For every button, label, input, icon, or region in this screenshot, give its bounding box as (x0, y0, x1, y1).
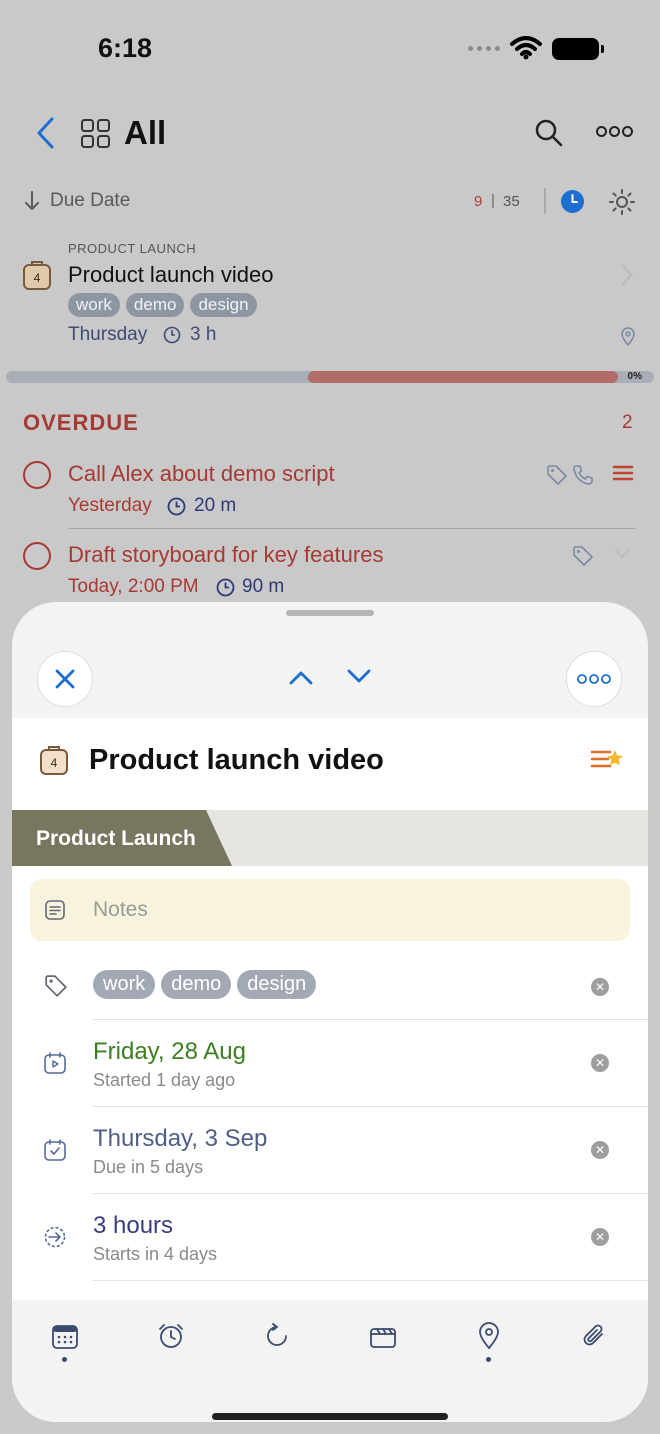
chevron-down-icon[interactable] (346, 668, 372, 686)
calendar-start-icon (44, 1052, 66, 1074)
task-title[interactable]: Call Alex about demo script (68, 461, 335, 487)
calendar-due-icon (44, 1139, 66, 1161)
active-indicator (486, 1357, 491, 1362)
clapperboard-icon[interactable] (369, 1322, 397, 1350)
arrow-down-icon (25, 191, 39, 210)
start-relative: Started 1 day ago (93, 1070, 236, 1090)
notes-icon (45, 900, 65, 920)
more-button[interactable] (566, 651, 622, 707)
overdue-heading: OVERDUE (23, 410, 139, 435)
task-title[interactable]: Draft storyboard for key features (68, 542, 383, 568)
task-detail-sheet: 4 Product launch video Product Launch No… (12, 602, 648, 1422)
row-divider (93, 1019, 648, 1020)
task-total-count: 35 (503, 193, 520, 210)
project-progress-bar: 0% (6, 371, 654, 383)
project-bag-icon: 4 (40, 746, 68, 775)
tag-chip[interactable]: work (93, 970, 156, 999)
count-separator: | (491, 192, 495, 209)
detail-toolbar (12, 1300, 648, 1422)
home-indicator (212, 1413, 448, 1420)
duration-value[interactable]: 3 hours (93, 1212, 173, 1240)
project-due-day: Thursday (68, 324, 148, 345)
tag-chip[interactable]: design (237, 970, 317, 999)
row-divider (68, 528, 636, 529)
priority-lines-icon (612, 465, 634, 481)
notes-placeholder: Notes (93, 898, 148, 921)
sheet-grabber[interactable] (286, 610, 374, 616)
duration-icon (44, 1226, 66, 1248)
task-duration: 20 m (194, 495, 237, 516)
grid-icon (81, 119, 110, 148)
location-pin-icon (621, 327, 635, 346)
active-indicator (62, 1357, 67, 1362)
tags-row: work demo design (93, 970, 317, 999)
chevron-right-icon[interactable] (620, 264, 634, 286)
clock-icon (163, 326, 181, 344)
task-detail-title[interactable]: Product launch video (89, 744, 384, 777)
clock-icon (167, 497, 186, 516)
divider (544, 188, 546, 214)
tag-icon (573, 546, 593, 566)
duration-relative: Starts in 4 days (93, 1244, 218, 1264)
progress-percent: 0% (627, 371, 642, 382)
phone-icon (573, 465, 593, 485)
sheet-icon-number: 4 (51, 756, 58, 770)
sort-label[interactable]: Due Date (50, 190, 130, 212)
more-options-icon[interactable] (596, 126, 633, 137)
close-icon (55, 669, 75, 689)
tag-chip[interactable]: demo (161, 970, 232, 999)
status-time: 6:18 (98, 33, 153, 63)
task-duration: 90 m (242, 576, 285, 597)
cellular-signal-icon (468, 46, 500, 51)
row-divider (93, 1106, 648, 1107)
priority-star-icon[interactable] (590, 747, 624, 773)
calendar-tab-icon[interactable] (51, 1322, 79, 1350)
clear-due-button[interactable]: ✕ (591, 1141, 609, 1159)
project-tag-label: Product Launch (36, 827, 196, 850)
due-date[interactable]: Thursday, 3 Sep (93, 1125, 267, 1153)
sun-icon[interactable] (609, 189, 635, 215)
more-icon (577, 674, 611, 684)
battery-icon (552, 38, 604, 60)
project-kicker: PRODUCT LAUNCH (68, 241, 197, 256)
project-title[interactable]: Product launch video (68, 262, 273, 288)
progress-fill (308, 371, 618, 383)
alarm-icon[interactable] (157, 1322, 185, 1350)
clear-tags-button[interactable]: ✕ (591, 978, 609, 996)
chevron-down-icon[interactable] (614, 549, 630, 559)
project-tags: work demo design (68, 293, 257, 317)
page-title: All (124, 114, 167, 151)
wifi-icon (510, 36, 542, 60)
close-button[interactable] (37, 651, 93, 707)
tag-chip[interactable]: demo (125, 293, 185, 317)
tag-icon (547, 465, 567, 485)
clock-filled-icon[interactable] (561, 190, 584, 213)
start-date[interactable]: Friday, 28 Aug (93, 1038, 246, 1066)
paperclip-icon[interactable] (580, 1322, 608, 1350)
task-checkbox[interactable] (23, 542, 51, 570)
project-icon-number: 4 (34, 271, 41, 285)
overdue-total-count: 9 (474, 193, 483, 210)
clock-icon (216, 578, 235, 597)
search-icon[interactable] (534, 118, 564, 148)
task-date: Yesterday (68, 495, 152, 516)
repeat-icon[interactable] (263, 1322, 291, 1350)
tag-icon (45, 975, 67, 997)
project-duration: 3 h (190, 324, 217, 345)
clear-start-button[interactable]: ✕ (591, 1054, 609, 1072)
back-chevron-icon[interactable] (34, 116, 56, 150)
project-bag-icon: 4 (23, 261, 51, 290)
due-relative: Due in 5 days (93, 1157, 204, 1177)
overdue-count: 2 (622, 412, 633, 433)
clear-duration-button[interactable]: ✕ (591, 1228, 609, 1246)
row-divider (93, 1193, 648, 1194)
tag-chip[interactable]: work (68, 293, 120, 317)
tag-chip[interactable]: design (190, 293, 257, 317)
row-divider (93, 1280, 648, 1281)
task-checkbox[interactable] (23, 461, 51, 489)
chevron-up-icon[interactable] (288, 668, 314, 686)
location-pin-icon[interactable] (477, 1322, 501, 1350)
task-date: Today, 2:00 PM (68, 576, 199, 597)
